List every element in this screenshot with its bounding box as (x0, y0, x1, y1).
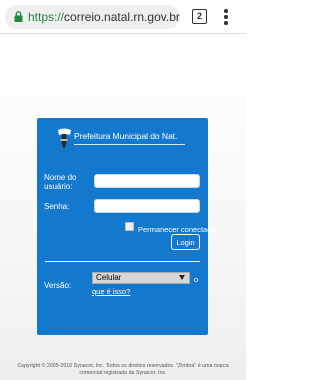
brand-name: Prefeitura Municipal do Nat. (74, 131, 178, 141)
remember-me-checkbox[interactable] (125, 222, 134, 231)
url-text[interactable]: https://correio.natal.rn.gov.br (28, 9, 180, 25)
address-bar[interactable]: https://correio.natal.rn.gov.br (5, 5, 180, 29)
version-selected-value: Celular (96, 273, 122, 282)
password-input[interactable] (94, 199, 200, 213)
brand-underline (74, 144, 185, 145)
copyright-footer: Copyright © 2005-2016 Synacor, Inc. Todo… (0, 363, 246, 377)
url-scheme: https:// (28, 10, 65, 24)
lock-icon (14, 11, 23, 22)
username-label: Nome do usuário: (44, 173, 77, 191)
more-vert-icon[interactable] (219, 8, 233, 26)
password-label: Senha: (44, 202, 70, 211)
tabs-icon[interactable]: 2 (192, 9, 207, 24)
login-button[interactable]: Login (171, 234, 200, 250)
copyright-line-1: Copyright © 2005-2016 Synacor, Inc. Todo… (17, 363, 229, 369)
tab-count: 2 (196, 11, 202, 21)
help-link-start[interactable]: o (194, 275, 198, 284)
login-panel: Prefeitura Municipal do Nat. Nome do usu… (37, 118, 216, 335)
chevron-down-icon (179, 275, 185, 280)
remember-me-label: Permanecer conectado (138, 225, 216, 234)
url-host: correio.natal.rn.gov.br (64, 10, 180, 24)
help-link[interactable]: que é isso? (92, 287, 130, 296)
city-logo-icon (58, 128, 71, 148)
version-select[interactable]: Celular (92, 272, 190, 284)
browser-toolbar: https://correio.natal.rn.gov.br 2 (0, 0, 246, 34)
copyright-line-2: comercial registrada da Synacor, Inc. (79, 370, 167, 376)
page-content: Prefeitura Municipal do Nat. Nome do usu… (0, 35, 246, 380)
version-label: Versão: (44, 281, 72, 290)
brand-header: Prefeitura Municipal do Nat. (57, 127, 207, 153)
username-input[interactable] (94, 174, 200, 188)
panel-divider (45, 261, 200, 262)
